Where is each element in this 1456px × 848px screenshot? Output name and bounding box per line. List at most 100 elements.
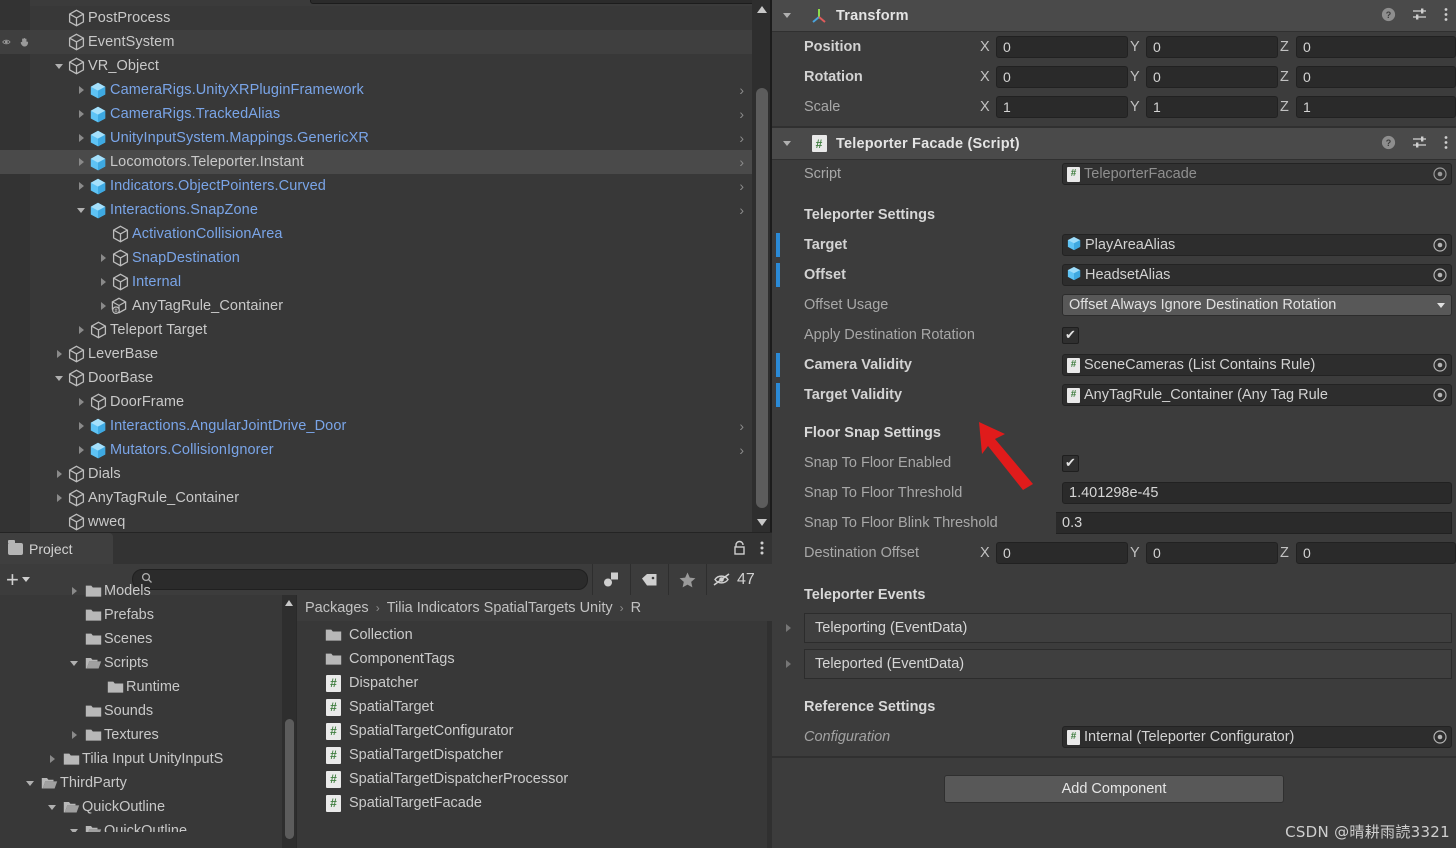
foldout-toggle[interactable] [66,828,82,832]
project-folder-scenes[interactable]: Scenes [0,627,282,651]
hierarchy-search-bar-partial[interactable] [310,0,765,4]
scrollbar-thumb[interactable] [756,88,768,508]
breadcrumb[interactable]: Packages › Tilia Indicators SpatialTargets… [297,595,772,621]
lock-icon[interactable] [733,540,746,559]
hierarchy-item-dials[interactable]: Dials [0,462,756,486]
asset-item-spatialtarget[interactable]: # SpatialTarget [297,695,772,719]
hierarchy-item-snapdestination[interactable]: SnapDestination [0,246,756,270]
hierarchy-item-doorframe[interactable]: DoorFrame [0,390,756,414]
apply-destination-rotation-checkbox[interactable]: ✔ [1062,326,1079,344]
foldout-toggle[interactable] [96,294,110,318]
destination-offset-x-field[interactable]: 0 [996,542,1128,564]
scale-y-field[interactable]: 1 [1146,96,1278,118]
hierarchy-item-anytagrule-container[interactable]: # AnyTagRule_Container [0,294,756,318]
destination-offset-z-field[interactable]: 0 [1296,542,1456,564]
camera-validity-object-field[interactable]: # SceneCameras (List Contains Rule) [1062,354,1452,376]
breadcrumb-segment[interactable]: Tilia Indicators SpatialTargets Unity [387,600,613,616]
kebab-menu-icon[interactable] [1444,135,1448,153]
target-validity-object-field[interactable]: # AnyTagRule_Container (Any Tag Rule [1062,384,1452,406]
project-folder-tilia-input-unityinputs[interactable]: Tilia Input UnityInputS [0,747,282,771]
foldout-toggle[interactable] [74,174,88,198]
visibility-and-pick-icons[interactable] [2,30,30,54]
foldout-toggle[interactable] [52,486,66,510]
foldout-toggle[interactable] [74,438,88,462]
hierarchy-item-interactions-snapzone[interactable]: Interactions.SnapZone › [0,198,756,222]
scrollbar-thumb[interactable] [285,719,294,839]
hierarchy-item-internal[interactable]: Internal [0,270,756,294]
object-picker-icon[interactable] [1432,166,1448,182]
event-header[interactable]: Teleported (EventData) [804,649,1452,679]
scale-x-field[interactable]: 1 [996,96,1128,118]
foldout-toggle[interactable] [44,804,60,810]
foldout-toggle[interactable] [52,54,66,78]
hierarchy-item-teleport-target[interactable]: Teleport Target [0,318,756,342]
asset-item-componenttags[interactable]: ComponentTags [297,647,772,671]
hierarchy-item-vr-object[interactable]: VR_Object [0,54,756,78]
breadcrumb-segment[interactable]: Packages [305,600,369,616]
open-prefab-chevron-icon[interactable]: › [739,198,744,222]
event-foldout-toggle[interactable] [786,660,804,668]
project-folder-textures[interactable]: Textures [0,723,282,747]
add-component-button[interactable]: Add Component [944,775,1284,803]
object-picker-icon[interactable] [1432,729,1448,745]
project-tree-scrollbar[interactable] [282,595,296,848]
snap-to-floor-enabled-checkbox[interactable]: ✔ [1062,454,1079,472]
preset-icon[interactable] [1412,7,1428,25]
foldout-toggle[interactable] [74,318,88,342]
rotation-y-field[interactable]: 0 [1146,66,1278,88]
open-prefab-chevron-icon[interactable]: › [739,102,744,126]
target-object-field[interactable]: PlayAreaAlias [1062,234,1452,256]
help-icon[interactable]: ? [1381,135,1396,153]
offset-usage-dropdown[interactable]: Offset Always Ignore Destination Rotatio… [1062,294,1452,316]
project-folder-models[interactable]: Models [0,579,282,603]
scroll-up-arrow-icon[interactable] [757,6,767,13]
open-prefab-chevron-icon[interactable]: › [739,174,744,198]
hierarchy-item-indicators-objectpointers-curved[interactable]: Indicators.ObjectPointers.Curved › [0,174,756,198]
hierarchy-item-anytagrule-container[interactable]: AnyTagRule_Container [0,486,756,510]
kebab-menu-icon[interactable] [760,540,764,559]
hierarchy-item-activationcollisionarea[interactable]: ActivationCollisionArea [0,222,756,246]
foldout-toggle[interactable] [96,246,110,270]
hierarchy-item-doorbase[interactable]: DoorBase [0,366,756,390]
foldout-toggle[interactable] [74,102,88,126]
hierarchy-item-locomotors-teleporter-instant[interactable]: Locomotors.Teleporter.Instant › [0,150,756,174]
tab-project[interactable]: Project [0,533,113,565]
foldout-toggle[interactable] [44,755,60,763]
teleporter-facade-component-header[interactable]: # Teleporter Facade (Script) ? [772,128,1456,160]
filter-by-type-button[interactable] [592,564,630,595]
project-folder-scripts[interactable]: Scripts [0,651,282,675]
open-prefab-chevron-icon[interactable]: › [739,438,744,462]
foldout-toggle[interactable] [74,126,88,150]
hidden-assets-counter[interactable]: 47 [706,564,763,595]
project-folder-sounds[interactable]: Sounds [0,699,282,723]
snap-to-floor-threshold-field[interactable]: 1.401298e-45 [1062,482,1452,504]
asset-item-spatialtargetconfigurator[interactable]: # SpatialTargetConfigurator [297,719,772,743]
scroll-up-arrow-icon[interactable] [285,600,293,606]
asset-item-list[interactable]: Collection ComponentTags # Dispatcher # Spati… [297,621,772,815]
favorites-star-button[interactable] [668,564,706,595]
hierarchy-tree[interactable]: PostProcess EventSystem VR_Object CameraRig… [0,6,756,532]
object-picker-icon[interactable] [1432,237,1448,253]
configuration-object-field[interactable]: # Internal (Teleporter Configurator) [1062,726,1452,748]
transform-foldout-toggle[interactable] [772,13,802,18]
project-folder-prefabs[interactable]: Prefabs [0,603,282,627]
transform-component-header[interactable]: Transform ? [772,0,1456,32]
foldout-toggle[interactable] [96,270,110,294]
offset-object-field[interactable]: HeadsetAlias [1062,264,1452,286]
foldout-toggle[interactable] [66,587,82,595]
asset-item-collection[interactable]: Collection [297,623,772,647]
scale-z-field[interactable]: 1 [1296,96,1456,118]
foldout-toggle[interactable] [52,462,66,486]
project-folder-quickoutline[interactable]: QuickOutline [0,795,282,819]
foldout-toggle[interactable] [22,780,38,786]
foldout-toggle[interactable] [66,660,82,666]
open-prefab-chevron-icon[interactable]: › [739,414,744,438]
project-folder-runtime[interactable]: Runtime [0,675,282,699]
help-icon[interactable]: ? [1381,7,1396,25]
project-folder-tree[interactable]: Models Prefabs Scenes Scripts Runtime Sounds T… [0,579,282,832]
foldout-toggle[interactable] [74,414,88,438]
event-foldout-toggle[interactable] [786,624,804,632]
object-picker-icon[interactable] [1432,387,1448,403]
event-header[interactable]: Teleporting (EventData) [804,613,1452,643]
foldout-toggle[interactable] [52,342,66,366]
